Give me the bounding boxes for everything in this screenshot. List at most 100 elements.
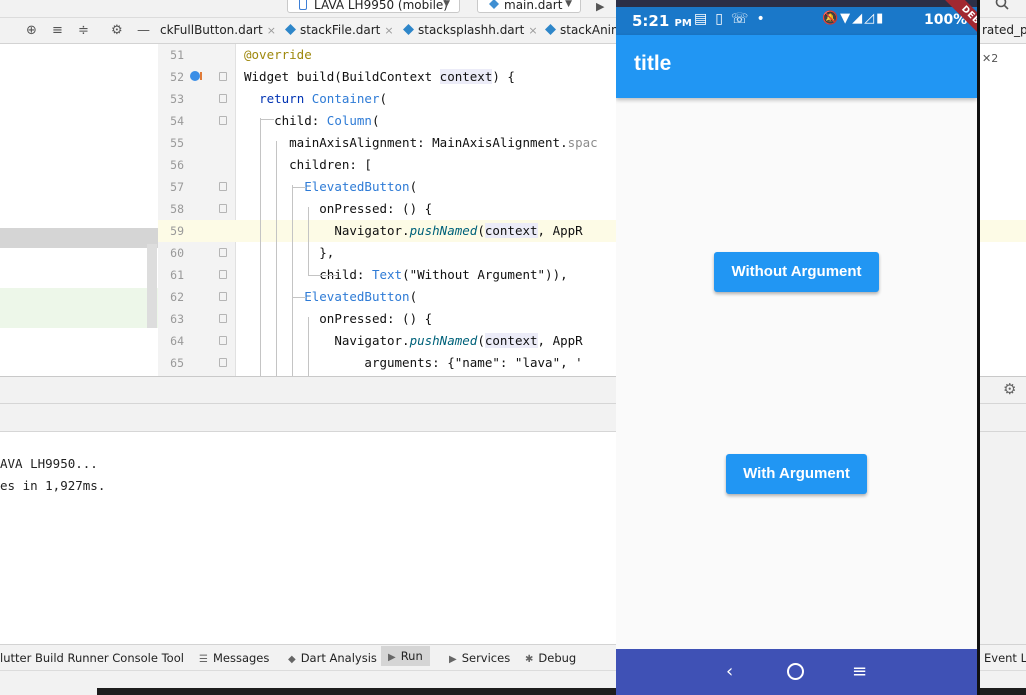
line-number[interactable]: 58	[158, 198, 184, 220]
run-console[interactable]: AVA LH9950... es in 1,927ms.	[0, 432, 616, 644]
line-number[interactable]: 56	[158, 154, 184, 176]
line-number[interactable]: 64	[158, 330, 184, 352]
console-line: AVA LH9950...	[0, 456, 98, 471]
line-number[interactable]: 59	[158, 220, 184, 242]
console-line: es in 1,927ms.	[0, 478, 106, 493]
expand-all-icon[interactable]: ≡	[52, 23, 63, 39]
android-nav-bar: ‹ ≡	[616, 649, 977, 695]
with-argument-button[interactable]: With Argument	[726, 454, 867, 494]
minimize-icon[interactable]: —	[137, 23, 150, 39]
tab-ckfullbutton[interactable]: ckFullButton.dart ×	[160, 22, 276, 39]
close-icon[interactable]: ×	[384, 24, 393, 37]
collapse-all-icon[interactable]: ≑	[78, 23, 89, 39]
fold-icon[interactable]	[219, 270, 227, 279]
close-icon[interactable]: ×	[528, 24, 537, 37]
chevron-down-icon: ▼	[565, 0, 572, 9]
code-text: arguments: {"name": "lava", '	[244, 352, 583, 374]
code-text: },	[244, 242, 334, 264]
panel-scrollbar[interactable]	[147, 244, 157, 328]
indent-guide	[260, 118, 261, 376]
override-icon[interactable]	[190, 71, 202, 81]
code-text: children: [	[244, 154, 372, 176]
tab-stackfile[interactable]: stackFile.dart ×	[285, 22, 394, 39]
inspection-badge[interactable]: ✕2	[982, 52, 998, 65]
code-token: arguments: {"name": "lava", '	[364, 355, 583, 370]
dart-file-icon	[403, 24, 414, 35]
fold-icon[interactable]	[219, 358, 227, 367]
code-token: Column	[326, 113, 372, 128]
indent-guide	[292, 185, 293, 376]
indent-guide	[308, 207, 309, 275]
tool-debug[interactable]: ✱ Debug	[525, 651, 576, 665]
tool-messages[interactable]: ☰ Messages	[199, 651, 269, 665]
tab-rated[interactable]: rated_p	[982, 22, 1026, 38]
tab-stacksplashh[interactable]: stacksplashh.dart ×	[403, 22, 538, 39]
tool-dart-analysis[interactable]: ◆ Dart Analysis	[288, 651, 377, 665]
code-text: ElevatedButton(	[244, 286, 417, 308]
device-selector[interactable]: LAVA LH9950 (mobile) ▼	[287, 0, 460, 13]
status-time: 5:21 PM	[632, 12, 692, 30]
project-panel	[0, 44, 158, 376]
back-icon[interactable]: ‹	[726, 661, 733, 682]
line-number[interactable]: 51	[158, 44, 184, 66]
gear-icon[interactable]: ⚙	[1003, 380, 1016, 398]
gear-icon[interactable]: ⚙	[111, 23, 123, 39]
indent-guide	[308, 317, 309, 376]
code-token: onPressed: () {	[319, 311, 433, 326]
line-number[interactable]: 55	[158, 132, 184, 154]
messages-icon: ☰	[199, 654, 208, 665]
fold-icon[interactable]	[219, 248, 227, 257]
code-token: (	[409, 179, 418, 194]
tool-run[interactable]: ▶ Run	[381, 646, 430, 666]
run-icon[interactable]: ▶	[596, 0, 604, 13]
fold-icon[interactable]	[219, 94, 227, 103]
signal-icons: 🔕▼◢◿▮	[822, 11, 886, 26]
code-token: , AppR	[537, 333, 583, 348]
current-line-highlight	[978, 220, 1026, 242]
fold-icon[interactable]	[219, 182, 227, 191]
line-number[interactable]: 62	[158, 286, 184, 308]
search-icon[interactable]	[995, 0, 1009, 10]
fold-icon[interactable]	[219, 204, 227, 213]
tab-stackanim[interactable]: stackAnim	[545, 22, 623, 38]
close-icon[interactable]: ×	[267, 24, 276, 37]
home-icon[interactable]	[787, 663, 804, 680]
recents-icon[interactable]: ≡	[852, 661, 867, 682]
code-text: Widget build(BuildContext context) {	[244, 66, 515, 88]
target-icon[interactable]: ⊕	[26, 23, 37, 39]
emulator-screen[interactable]: 5:21 PM ▤▯☏• 🔕▼◢◿▮ 100% title DEBUG With…	[616, 0, 980, 695]
fold-icon[interactable]	[219, 292, 227, 301]
line-number[interactable]: 65	[158, 352, 184, 374]
code-token: ElevatedButton	[304, 289, 410, 304]
tool-event-log[interactable]: Event L	[984, 651, 1026, 665]
code-token: spac	[567, 135, 598, 150]
line-number[interactable]: 60	[158, 242, 184, 264]
status-time-value: 5:21	[632, 12, 670, 30]
line-number[interactable]: 52	[158, 66, 184, 88]
selected-row[interactable]	[0, 228, 158, 248]
tool-build-runner[interactable]: lutter Build Runner Console Tool	[0, 651, 184, 665]
fold-icon[interactable]	[219, 72, 227, 81]
line-number[interactable]: 61	[158, 264, 184, 286]
line-number[interactable]: 53	[158, 88, 184, 110]
fold-icon[interactable]	[219, 314, 227, 323]
code-token: ElevatedButton	[304, 179, 410, 194]
code-token: (	[477, 333, 485, 348]
fold-icon[interactable]	[219, 336, 227, 345]
code-text: onPressed: () {	[244, 308, 432, 330]
bug-icon: ✱	[525, 654, 534, 665]
fold-icon[interactable]	[219, 116, 227, 125]
line-number[interactable]: 54	[158, 110, 184, 132]
code-token: children: [	[289, 157, 372, 172]
line-number[interactable]: 57	[158, 176, 184, 198]
dart-analysis-icon: ◆	[288, 654, 296, 665]
run-config-selector[interactable]: main.dart ▼	[477, 0, 581, 13]
app-bar: title	[616, 35, 977, 98]
line-number[interactable]: 63	[158, 308, 184, 330]
tool-services[interactable]: ▶ Services	[449, 651, 510, 665]
run-config-label: main.dart	[504, 0, 563, 12]
without-argument-button[interactable]: Without Argument	[714, 252, 879, 292]
code-text: onPressed: () {	[244, 198, 432, 220]
code-token: Container	[311, 91, 380, 106]
